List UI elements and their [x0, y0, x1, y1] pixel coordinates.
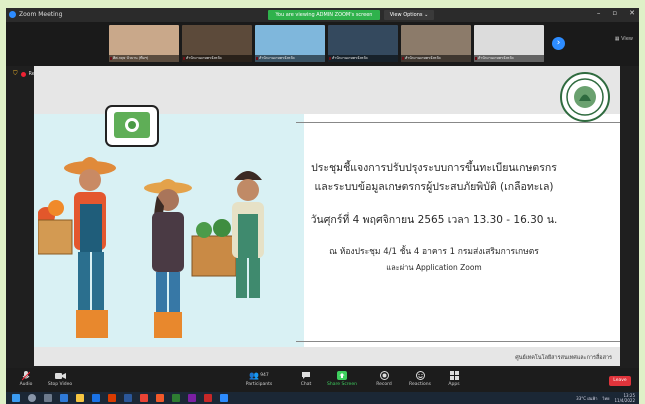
- slide-footer: ศูนย์เทคโนโลยีสารสนเทศและการสื่อสาร: [515, 355, 612, 361]
- chat-button[interactable]: Chat: [286, 370, 326, 390]
- word-icon[interactable]: [124, 394, 132, 402]
- meeting-toolbar: Audio Stop Video 👥 947 Participants Chat …: [6, 368, 639, 392]
- department-seal-logo: [560, 72, 610, 122]
- window-title: Zoom Meeting: [19, 11, 63, 18]
- slide-title-line-1: ประชุมชี้แจงการปรับปรุงระบบการขึ้นทะเบีย…: [311, 162, 557, 174]
- dreamweaver-icon[interactable]: [172, 394, 180, 402]
- stop-video-label: Stop Video: [47, 382, 73, 387]
- system-tray: 33°C ฝนฟ้า ไทย 13:25 11/4/2022: [576, 393, 635, 403]
- zoom-taskbar-icon[interactable]: [220, 394, 228, 402]
- close-icon[interactable]: ✕: [629, 9, 635, 17]
- chat-bubble-icon: [302, 372, 310, 379]
- app-title: Zoom Meeting: [9, 11, 62, 18]
- participant-thumbnail[interactable]: สำนักงานเกษตรจังหวัด: [474, 25, 544, 62]
- window-controls: – ▫ ✕: [597, 9, 635, 17]
- participant-name: สำนักงานเกษตรจังหวัด: [182, 55, 252, 62]
- maximize-icon[interactable]: ▫: [612, 9, 617, 17]
- acrobat-icon[interactable]: [204, 394, 212, 402]
- slide-divider: [296, 122, 620, 123]
- windows-start-icon[interactable]: [12, 394, 20, 402]
- farmers-illustration: [38, 105, 264, 338]
- task-view-icon[interactable]: [44, 394, 52, 402]
- participant-name: สำนักงานเกษตรจังหวัด: [474, 55, 544, 62]
- participant-thumbnail[interactable]: สำนักงานเกษตรจังหวัด: [401, 25, 471, 62]
- participant-thumbnail[interactable]: สำนักงานเกษตรจังหวัด: [182, 25, 252, 62]
- apps-label: Apps: [448, 382, 460, 387]
- apps-grid-icon: [449, 371, 459, 380]
- share-screen-label: Share Screen: [327, 382, 357, 387]
- zoom-logo-icon: [9, 11, 16, 18]
- smiley-icon: [415, 371, 425, 380]
- record-label: Record: [376, 382, 392, 387]
- windows-taskbar: 33°C ฝนฟ้า ไทย 13:25 11/4/2022: [6, 392, 639, 404]
- store-icon[interactable]: [92, 394, 100, 402]
- illustrator-icon[interactable]: [156, 394, 164, 402]
- powerpoint-icon[interactable]: [108, 394, 116, 402]
- title-bar: Zoom Meeting You are viewing ADMIN ZOOM'…: [6, 8, 639, 22]
- apps-button[interactable]: Apps: [434, 370, 474, 390]
- edge-browser-icon[interactable]: [60, 394, 68, 402]
- language-indicator[interactable]: ไทย: [602, 395, 609, 402]
- participants-count: 947: [260, 373, 269, 378]
- slide-via-line: และผ่าน Application Zoom: [386, 263, 482, 272]
- participants-button[interactable]: 👥 947 Participants: [236, 370, 282, 390]
- recording-dot-icon: [20, 71, 26, 77]
- search-icon[interactable]: [28, 394, 36, 402]
- zoom-window: Zoom Meeting You are viewing ADMIN ZOOM'…: [6, 8, 639, 404]
- participant-name: สำนักงานเกษตรจังหวัด: [255, 55, 325, 62]
- chrome-icon[interactable]: [140, 394, 148, 402]
- participant-name: สำนักงานเกษตรจังหวัด: [328, 55, 398, 62]
- security-shield-icon: ⛉: [13, 70, 18, 77]
- participants-label: Participants: [245, 382, 273, 387]
- participant-thumbnail[interactable]: ศิศ.กฤษ บัวบาน (ทีมฯ): [109, 25, 179, 62]
- minimize-icon[interactable]: –: [597, 9, 601, 17]
- video-camera-icon: [54, 372, 66, 379]
- participant-thumbnail[interactable]: สำนักงานเกษตรจังหวัด: [255, 25, 325, 62]
- clock-date: 11/4/2022: [614, 398, 635, 403]
- participant-name: สำนักงานเกษตรจังหวัด: [401, 55, 471, 62]
- next-participants-arrow-icon[interactable]: ›: [552, 37, 565, 50]
- shared-screen-slide: ประชุมชี้แจงการปรับปรุงระบบการขึ้นทะเบีย…: [34, 66, 620, 366]
- photoshop-icon[interactable]: [188, 394, 196, 402]
- view-options-button[interactable]: View Options ⌄: [384, 10, 434, 20]
- slide-divider: [296, 341, 620, 342]
- gallery-view-label: View: [621, 36, 633, 42]
- slide-title-line-2: และระบบข้อมูลเกษตรกรผู้ประสบภัยพิบัติ (เ…: [314, 181, 554, 193]
- leave-button[interactable]: Leave: [609, 376, 631, 386]
- microphone-icon: [22, 370, 30, 380]
- weather-widget[interactable]: 33°C ฝนฟ้า: [576, 395, 597, 402]
- share-screen-button[interactable]: Share Screen: [322, 370, 362, 390]
- clock[interactable]: 13:25 11/4/2022: [614, 393, 635, 403]
- slide-date-line: วันศุกร์ที่ 4 พฤศจิกายน 2565 เวลา 13.30 …: [310, 214, 558, 226]
- viewing-banner: You are viewing ADMIN ZOOM's screen: [268, 10, 380, 20]
- file-explorer-icon[interactable]: [76, 394, 84, 402]
- record-icon: [379, 371, 389, 380]
- participants-icon: 👥: [249, 371, 260, 380]
- gallery-view-toggle[interactable]: ▦ View: [615, 36, 633, 42]
- share-screen-icon: [337, 371, 347, 380]
- stop-video-button[interactable]: Stop Video: [40, 370, 80, 390]
- participant-thumbnail[interactable]: สำนักงานเกษตรจังหวัด: [328, 25, 398, 62]
- record-button[interactable]: Record: [364, 370, 404, 390]
- slide-text-block: ประชุมชี้แจงการปรับปรุงระบบการขึ้นทะเบีย…: [284, 159, 584, 275]
- participant-strip: ศิศ.กฤษ บัวบาน (ทีมฯ) สำนักงานเกษตรจังหว…: [6, 22, 639, 66]
- participant-name: ศิศ.กฤษ บัวบาน (ทีมฯ): [109, 55, 179, 62]
- chat-label: Chat: [300, 382, 312, 387]
- slide-venue-line: ณ ห้องประชุม 4/1 ชั้น 4 อาคาร 1 กรมส่งเส…: [329, 247, 539, 257]
